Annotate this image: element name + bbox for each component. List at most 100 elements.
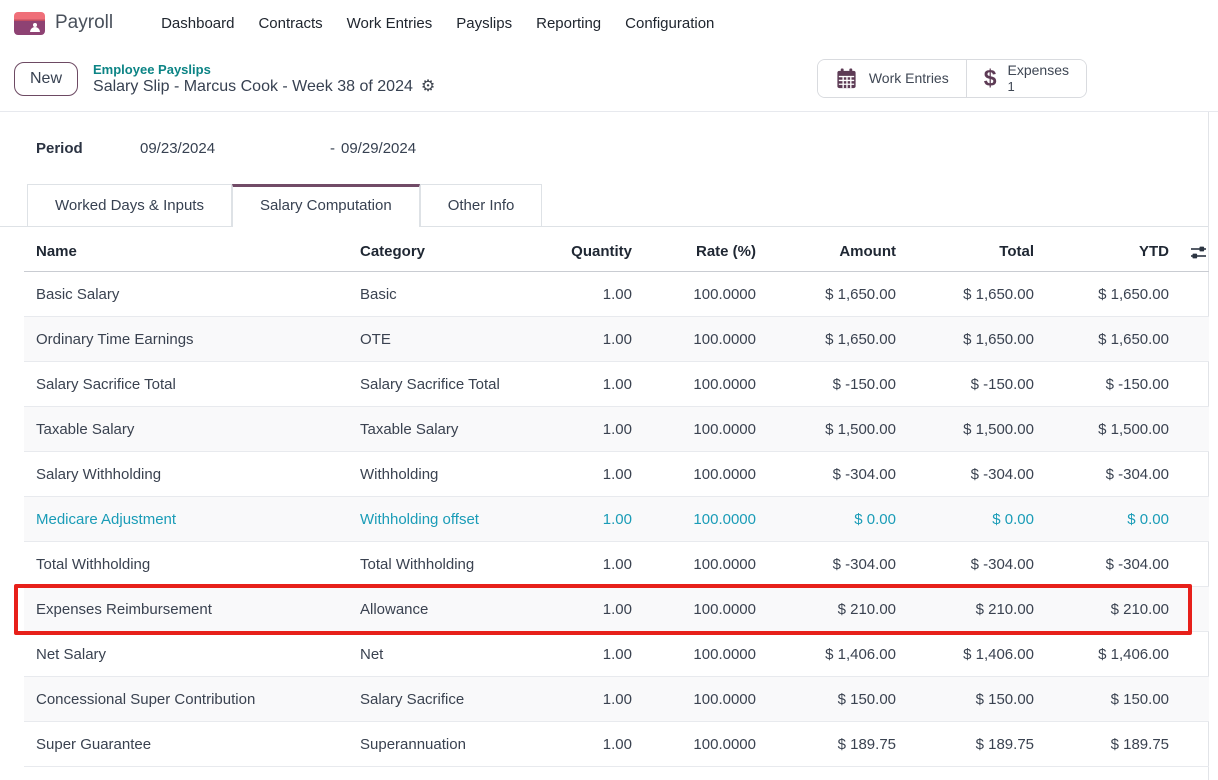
- nav-item-configuration[interactable]: Configuration: [613, 9, 726, 38]
- cell-total[interactable]: $ -150.00: [900, 362, 1038, 407]
- cell-ytd[interactable]: $ -150.00: [1038, 362, 1173, 407]
- cell-quantity[interactable]: 1.00: [544, 407, 636, 452]
- cell-amount[interactable]: $ -150.00: [760, 362, 900, 407]
- table-row[interactable]: Salary WithholdingWithholding1.00100.000…: [24, 452, 1209, 497]
- nav-item-work-entries[interactable]: Work Entries: [335, 9, 445, 38]
- cell-rate[interactable]: 100.0000: [636, 587, 760, 632]
- new-button[interactable]: New: [14, 62, 78, 96]
- cell-quantity[interactable]: 1.00: [544, 362, 636, 407]
- nav-item-reporting[interactable]: Reporting: [524, 9, 613, 38]
- table-row[interactable]: Basic SalaryBasic1.00100.0000$ 1,650.00$…: [24, 272, 1209, 317]
- cell-quantity[interactable]: 1.00: [544, 317, 636, 362]
- cell-rate[interactable]: 100.0000: [636, 452, 760, 497]
- table-row[interactable]: Super GuaranteeSuperannuation1.00100.000…: [24, 722, 1209, 767]
- cell-name[interactable]: Basic Salary: [24, 272, 348, 317]
- cell-rate[interactable]: 100.0000: [636, 362, 760, 407]
- table-row[interactable]: Expenses ReimbursementAllowance1.00100.0…: [24, 587, 1209, 632]
- cell-ytd[interactable]: $ 1,650.00: [1038, 317, 1173, 362]
- period-end-date[interactable]: 09/29/2024: [341, 140, 416, 157]
- column-header-ytd[interactable]: YTD: [1038, 232, 1173, 272]
- cell-ytd[interactable]: $ 1,650.00: [1038, 272, 1173, 317]
- cell-quantity[interactable]: 1.00: [544, 272, 636, 317]
- column-header-amount[interactable]: Amount: [760, 232, 900, 272]
- cell-amount[interactable]: $ -304.00: [760, 452, 900, 497]
- cell-ytd[interactable]: $ 1,500.00: [1038, 407, 1173, 452]
- column-header-rate-[interactable]: Rate (%): [636, 232, 760, 272]
- cell-quantity[interactable]: 1.00: [544, 542, 636, 587]
- cell-category[interactable]: Withholding offset: [348, 497, 544, 542]
- cell-total[interactable]: $ 189.75: [900, 722, 1038, 767]
- cell-category[interactable]: OTE: [348, 317, 544, 362]
- apps-menu-button[interactable]: Payroll: [14, 12, 113, 35]
- breadcrumb-parent-link[interactable]: Employee Payslips: [93, 62, 435, 77]
- cell-category[interactable]: Taxable Salary: [348, 407, 544, 452]
- nav-item-dashboard[interactable]: Dashboard: [149, 9, 246, 38]
- table-row[interactable]: Medicare AdjustmentWithholding offset1.0…: [24, 497, 1209, 542]
- cell-name[interactable]: Salary Withholding: [24, 452, 348, 497]
- optional-columns-icon[interactable]: [1190, 245, 1207, 260]
- cell-rate[interactable]: 100.0000: [636, 677, 760, 722]
- cell-total[interactable]: $ 210.00: [900, 587, 1038, 632]
- cell-rate[interactable]: 100.0000: [636, 632, 760, 677]
- cell-category[interactable]: Withholding: [348, 452, 544, 497]
- table-row[interactable]: Concessional Super ContributionSalary Sa…: [24, 677, 1209, 722]
- cell-total[interactable]: $ 1,650.00: [900, 317, 1038, 362]
- nav-item-payslips[interactable]: Payslips: [444, 9, 524, 38]
- cell-category[interactable]: Basic: [348, 272, 544, 317]
- table-row[interactable]: Taxable SalaryTaxable Salary1.00100.0000…: [24, 407, 1209, 452]
- stat-button-work-entries[interactable]: Work Entries: [818, 60, 966, 97]
- cell-amount[interactable]: $ 150.00: [760, 677, 900, 722]
- cell-category[interactable]: Superannuation: [348, 722, 544, 767]
- cell-category[interactable]: Allowance: [348, 587, 544, 632]
- cell-total[interactable]: $ 1,406.00: [900, 632, 1038, 677]
- table-row[interactable]: Net SalaryNet1.00100.0000$ 1,406.00$ 1,4…: [24, 632, 1209, 677]
- cell-rate[interactable]: 100.0000: [636, 497, 760, 542]
- cell-total[interactable]: $ -304.00: [900, 452, 1038, 497]
- cell-rate[interactable]: 100.0000: [636, 542, 760, 587]
- cell-quantity[interactable]: 1.00: [544, 722, 636, 767]
- column-header-quantity[interactable]: Quantity: [544, 232, 636, 272]
- period-start-date[interactable]: 09/23/2024: [140, 140, 330, 157]
- cell-amount[interactable]: $ 1,650.00: [760, 272, 900, 317]
- cell-amount[interactable]: $ 1,650.00: [760, 317, 900, 362]
- cell-total[interactable]: $ 1,500.00: [900, 407, 1038, 452]
- cell-amount[interactable]: $ -304.00: [760, 542, 900, 587]
- cell-amount[interactable]: $ 1,500.00: [760, 407, 900, 452]
- cell-name[interactable]: Super Guarantee: [24, 722, 348, 767]
- cell-category[interactable]: Net: [348, 632, 544, 677]
- cell-rate[interactable]: 100.0000: [636, 722, 760, 767]
- column-header-name[interactable]: Name: [24, 232, 348, 272]
- cell-ytd[interactable]: $ -304.00: [1038, 542, 1173, 587]
- cell-name[interactable]: Total Withholding: [24, 542, 348, 587]
- cell-quantity[interactable]: 1.00: [544, 632, 636, 677]
- cell-name[interactable]: Ordinary Time Earnings: [24, 317, 348, 362]
- cell-name[interactable]: Medicare Adjustment: [24, 497, 348, 542]
- cell-quantity[interactable]: 1.00: [544, 452, 636, 497]
- cell-total[interactable]: $ 150.00: [900, 677, 1038, 722]
- cell-category[interactable]: Salary Sacrifice: [348, 677, 544, 722]
- cell-name[interactable]: Expenses Reimbursement: [24, 587, 348, 632]
- cell-name[interactable]: Salary Sacrifice Total: [24, 362, 348, 407]
- tab-salary-computation[interactable]: Salary Computation: [232, 184, 420, 227]
- cell-amount[interactable]: $ 0.00: [760, 497, 900, 542]
- cell-ytd[interactable]: $ 210.00: [1038, 587, 1173, 632]
- nav-item-contracts[interactable]: Contracts: [246, 9, 334, 38]
- cell-quantity[interactable]: 1.00: [544, 677, 636, 722]
- cell-rate[interactable]: 100.0000: [636, 272, 760, 317]
- cell-name[interactable]: Concessional Super Contribution: [24, 677, 348, 722]
- tab-other-info[interactable]: Other Info: [420, 184, 543, 226]
- cell-category[interactable]: Total Withholding: [348, 542, 544, 587]
- table-row[interactable]: Salary Sacrifice TotalSalary Sacrifice T…: [24, 362, 1209, 407]
- cell-ytd[interactable]: $ 150.00: [1038, 677, 1173, 722]
- stat-button-expenses[interactable]: $Expenses1: [966, 60, 1086, 97]
- cell-ytd[interactable]: $ 0.00: [1038, 497, 1173, 542]
- cell-total[interactable]: $ 0.00: [900, 497, 1038, 542]
- cell-total[interactable]: $ 1,650.00: [900, 272, 1038, 317]
- table-row[interactable]: Ordinary Time EarningsOTE1.00100.0000$ 1…: [24, 317, 1209, 362]
- cell-ytd[interactable]: $ 189.75: [1038, 722, 1173, 767]
- cell-name[interactable]: Taxable Salary: [24, 407, 348, 452]
- cell-category[interactable]: Salary Sacrifice Total: [348, 362, 544, 407]
- cell-amount[interactable]: $ 189.75: [760, 722, 900, 767]
- cell-rate[interactable]: 100.0000: [636, 407, 760, 452]
- cell-total[interactable]: $ -304.00: [900, 542, 1038, 587]
